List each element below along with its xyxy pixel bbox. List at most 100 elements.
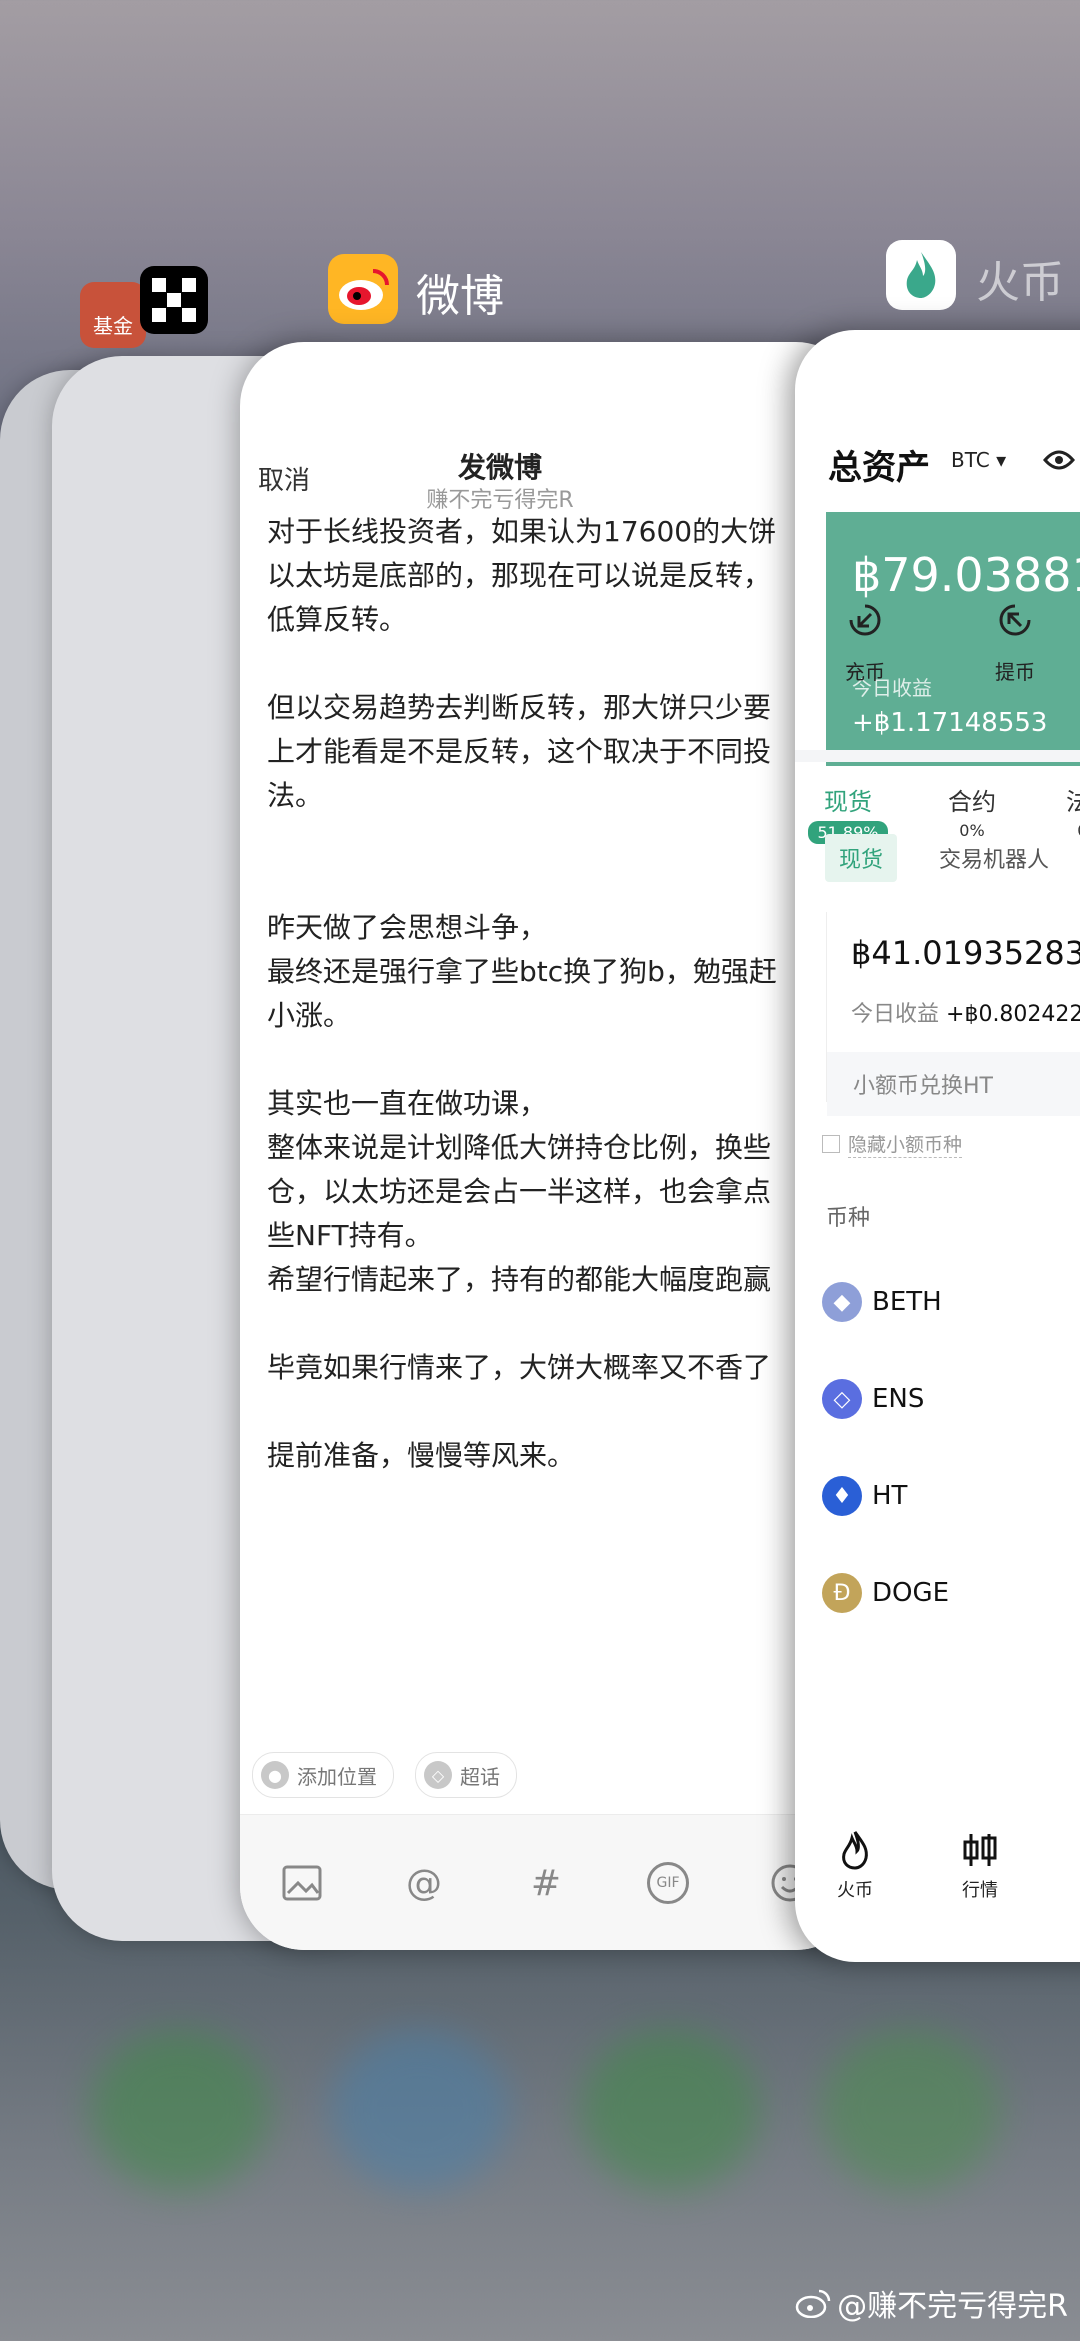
weibo-watermark-icon bbox=[795, 2289, 831, 2318]
coin-name: HT bbox=[872, 1481, 908, 1511]
subtab-spot[interactable]: 现货 bbox=[825, 834, 898, 882]
blurred-dock-icon bbox=[330, 2030, 510, 2190]
ht-coin-icon: ♦ bbox=[822, 1476, 862, 1516]
nav-market[interactable]: 行情 bbox=[935, 1830, 1025, 1902]
add-location-chip[interactable]: ● 添加位置 bbox=[252, 1752, 394, 1798]
post-text-line bbox=[267, 1390, 847, 1434]
tab-fiat-label: 法币 bbox=[1066, 788, 1080, 816]
blurred-dock-icon bbox=[580, 2030, 760, 2190]
tab-fiat[interactable]: 法币 0% bbox=[1050, 782, 1080, 840]
weibo-logo-icon bbox=[339, 269, 389, 310]
coin-name: BETH bbox=[872, 1287, 942, 1317]
nav-home[interactable]: 火币 bbox=[810, 1830, 900, 1902]
total-balance: ฿79.03881 bbox=[852, 548, 1080, 602]
deposit-button[interactable]: 充币 bbox=[820, 598, 910, 685]
convert-small-coins-button[interactable]: 小额币兑换HT bbox=[827, 1052, 1080, 1116]
spot-today-income: 今日收益 +฿0.802422 bbox=[851, 996, 1080, 1028]
post-text-line: 小涨。 bbox=[267, 999, 352, 1032]
weibo-app-icon[interactable] bbox=[328, 254, 398, 324]
post-text-line bbox=[267, 1302, 847, 1346]
eye-icon[interactable] bbox=[1043, 446, 1075, 479]
watermark-text: @赚不完亏得完R bbox=[837, 2289, 1068, 2324]
post-text-line: 最终还是强行拿了些btc换了狗b，勉强赶 bbox=[267, 955, 777, 988]
post-text-line bbox=[267, 1038, 847, 1082]
post-text-line: 仓，以太坊还是会占一半这样，也会拿点 bbox=[267, 1175, 772, 1208]
withdraw-label: 提币 bbox=[995, 660, 1035, 684]
blurred-dock-icon bbox=[820, 2030, 1000, 2190]
flame-icon bbox=[810, 1830, 900, 1876]
image-icon[interactable] bbox=[280, 1861, 324, 1905]
tab-spot-label: 现货 bbox=[824, 788, 872, 816]
post-text-line: 其实也一直在做功课， bbox=[267, 1087, 548, 1120]
gif-icon[interactable]: GIF bbox=[646, 1861, 690, 1905]
hide-small-coins-toggle[interactable]: 隐藏小额币种 bbox=[822, 1130, 963, 1158]
post-text-line: 法。 bbox=[267, 779, 324, 812]
withdraw-icon bbox=[970, 598, 1060, 650]
checkbox-icon bbox=[822, 1135, 840, 1153]
coin-name: ENS bbox=[872, 1384, 925, 1414]
post-text-line: 整体来说是计划降低大饼持仓比例，换些 bbox=[267, 1131, 772, 1164]
post-text-line: 但以交易趋势去判断反转，那大饼只少要 bbox=[267, 691, 772, 724]
spot-today-label: 今日收益 bbox=[851, 1002, 940, 1027]
weibo-app-label: 微博 bbox=[416, 271, 504, 322]
post-text-line: 昨天做了会思想斗争， bbox=[267, 911, 548, 944]
candlestick-icon bbox=[935, 1830, 1025, 1876]
post-text-line bbox=[267, 862, 847, 906]
coin-row-beth[interactable]: ◆ BETH bbox=[822, 1282, 942, 1322]
coin-row-ht[interactable]: ♦ HT bbox=[822, 1476, 907, 1516]
post-text-line: 提前准备，慢慢等风来。 bbox=[267, 1439, 576, 1472]
super-topic-label: 超话 bbox=[460, 1764, 500, 1789]
weibo-watermark: @赚不完亏得完R bbox=[795, 2281, 1068, 2325]
convert-small-coins-label: 小额币兑换HT bbox=[853, 1074, 993, 1099]
deposit-label: 充币 bbox=[845, 660, 885, 684]
compose-toolbar: @ # GIF bbox=[240, 1814, 860, 1950]
doge-coin-icon: Ð bbox=[822, 1573, 862, 1613]
post-text-area[interactable]: 对于长线投资者，如果认为17600的大饼 以太坊是底部的，那现在可以说是反转， 低算… bbox=[267, 510, 847, 1478]
tab-contract[interactable]: 合约 0% bbox=[932, 782, 1012, 840]
blurred-dock-icon bbox=[90, 2030, 270, 2190]
gif-icon-label: GIF bbox=[647, 1862, 689, 1904]
post-text-line: 以太坊是底部的，那现在可以说是反转， bbox=[267, 559, 772, 592]
fund-app-icon[interactable]: 基金 bbox=[80, 282, 146, 348]
post-text-line: 希望行情起来了，持有的都能大幅度跑赢 bbox=[267, 1263, 772, 1296]
add-location-label: 添加位置 bbox=[297, 1764, 377, 1789]
tab-contract-label: 合约 bbox=[948, 788, 996, 816]
nav-home-label: 火币 bbox=[837, 1880, 873, 1901]
post-text-line bbox=[267, 642, 847, 686]
post-text-line bbox=[267, 818, 847, 862]
hashtag-icon[interactable]: # bbox=[524, 1861, 568, 1905]
post-text-line: 毕竟如果行情来了，大饼大概率又不香了 bbox=[267, 1351, 772, 1384]
spot-balance-box: ฿41.01935283 今日收益 +฿0.802422 小额币兑换HT bbox=[826, 912, 1080, 1116]
unit-selector[interactable]: BTC ▾ bbox=[951, 448, 1006, 472]
spot-balance: ฿41.01935283 bbox=[851, 934, 1080, 972]
coin-row-doge[interactable]: Ð DOGE bbox=[822, 1573, 949, 1613]
today-income-value: +฿1.17148553 bbox=[852, 708, 1048, 738]
fund-app-icon-text: 基金 bbox=[93, 313, 133, 338]
ens-coin-icon: ◇ bbox=[822, 1379, 862, 1419]
huobi-flame-icon bbox=[906, 252, 936, 298]
beth-coin-icon: ◆ bbox=[822, 1282, 862, 1322]
huobi-app-icon[interactable] bbox=[886, 240, 956, 310]
okx-logo-icon bbox=[152, 278, 196, 322]
okx-app-icon[interactable] bbox=[140, 266, 208, 334]
deposit-icon bbox=[820, 598, 910, 650]
huobi-assets-card[interactable]: 总资产 BTC ▾ ฿79.03881 今日收益 +฿1.17148553 充币… bbox=[795, 330, 1080, 1962]
nav-market-label: 行情 bbox=[962, 1880, 998, 1901]
super-topic-chip[interactable]: ◇ 超话 bbox=[415, 1752, 517, 1798]
withdraw-button[interactable]: 提币 bbox=[970, 598, 1060, 685]
spot-today-value: +฿0.802422 bbox=[946, 1002, 1080, 1027]
location-pin-icon: ● bbox=[261, 1761, 289, 1789]
post-text-line: 低算反转。 bbox=[267, 603, 408, 636]
coin-column-header: 币种 bbox=[826, 1206, 871, 1231]
section-divider bbox=[795, 750, 1080, 762]
weibo-compose-card[interactable]: 取消 发微博 赚不完亏得完R 对于长线投资者，如果认为17600的大饼 以太坊是底… bbox=[240, 342, 860, 1950]
total-assets-title: 总资产 bbox=[828, 448, 930, 488]
compose-title: 发微博 bbox=[457, 451, 542, 484]
post-text-line: 上才能看是不是反转，这个取决于不同投 bbox=[267, 735, 772, 768]
mention-icon[interactable]: @ bbox=[402, 1861, 446, 1905]
post-text-line: 些NFT持有。 bbox=[267, 1219, 433, 1252]
coin-row-ens[interactable]: ◇ ENS bbox=[822, 1379, 924, 1419]
subtab-trading-bot[interactable]: 交易机器人 bbox=[925, 834, 1063, 882]
super-topic-icon: ◇ bbox=[424, 1761, 452, 1789]
hide-small-coins-label: 隐藏小额币种 bbox=[848, 1130, 963, 1158]
